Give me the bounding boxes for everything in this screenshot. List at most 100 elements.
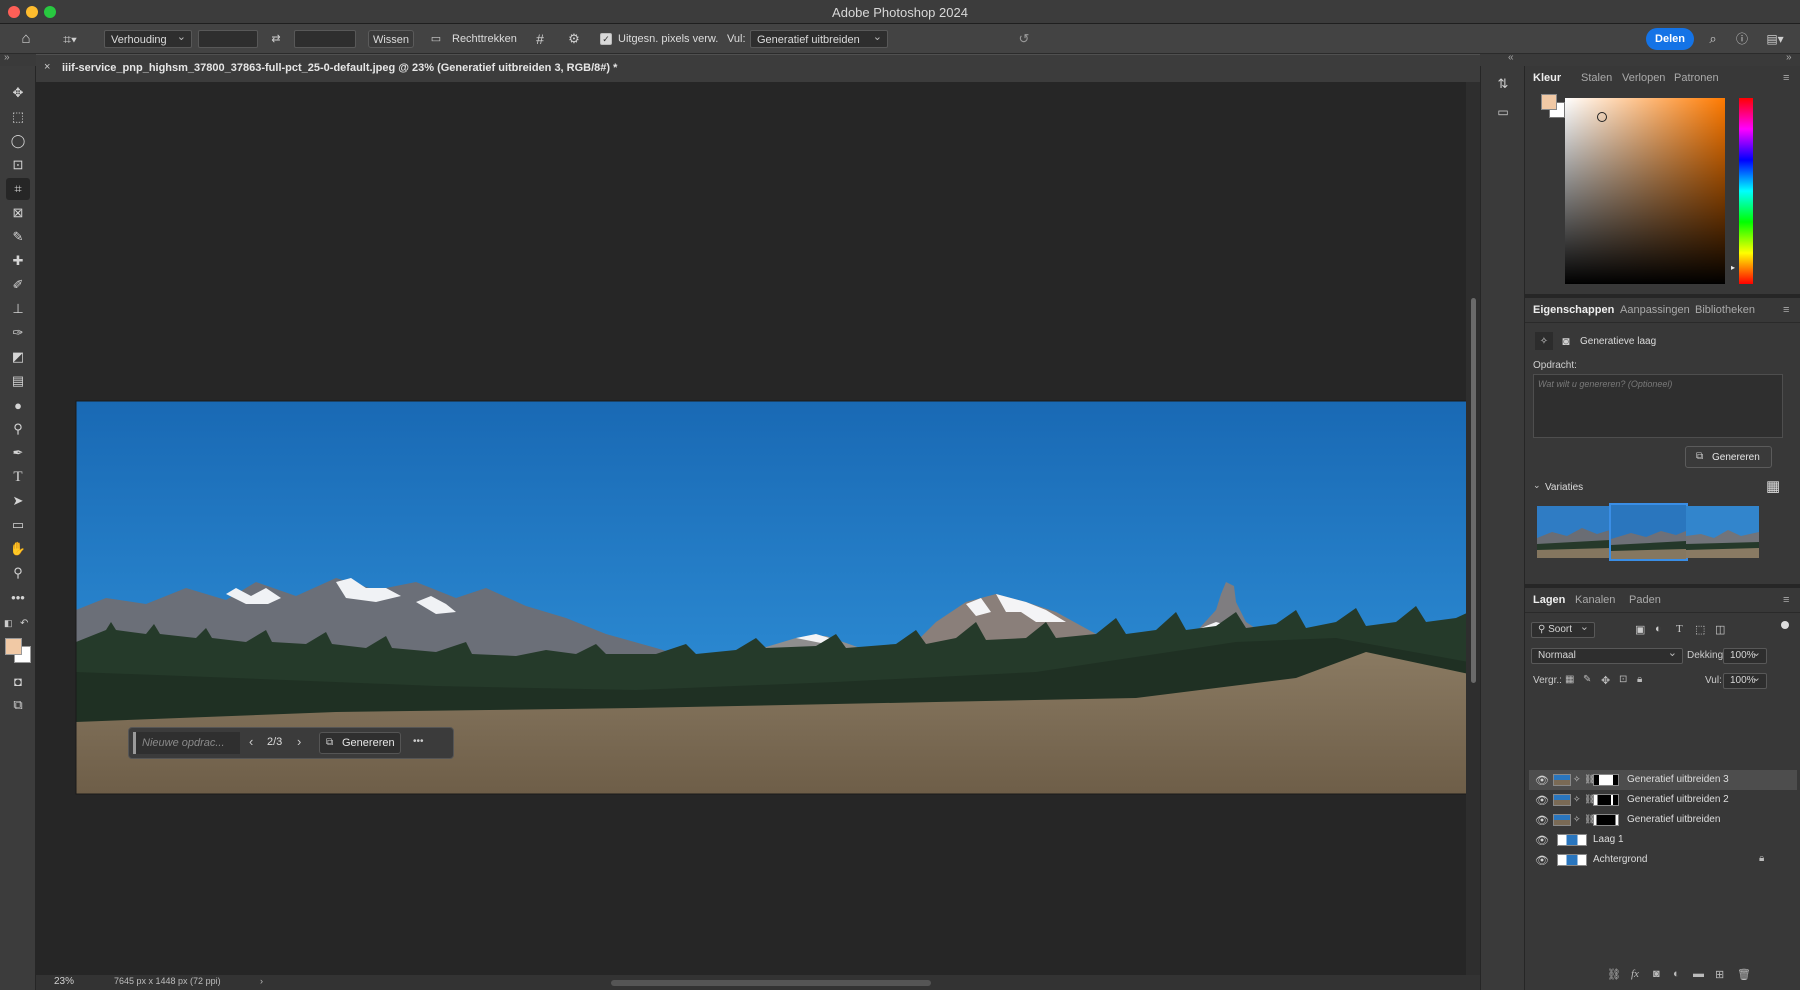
move-tool-icon[interactable]: ✥ xyxy=(6,82,30,104)
frame-tool-icon[interactable]: ⊠ xyxy=(6,202,30,224)
pen-tool-icon[interactable]: ✒ xyxy=(6,442,30,464)
visibility-eye-icon[interactable]: 👁︎ xyxy=(1535,774,1549,787)
prompt-input[interactable]: Nieuwe opdrac... xyxy=(133,732,240,754)
tab-layers[interactable]: Lagen xyxy=(1533,594,1565,606)
visibility-eye-icon[interactable]: 👁︎ xyxy=(1535,854,1549,867)
eyedropper-tool-icon[interactable]: ✎ xyxy=(6,226,30,248)
hue-slider[interactable] xyxy=(1739,98,1753,284)
healing-brush-tool-icon[interactable]: ✚ xyxy=(6,250,30,272)
lock-transparent-icon[interactable]: ▦ xyxy=(1565,674,1574,685)
filter-toggle[interactable] xyxy=(1781,621,1789,629)
adjustment-layer-icon[interactable]: ◐ xyxy=(1673,968,1680,980)
delete-layer-icon[interactable]: 🗑︎ xyxy=(1737,968,1751,981)
link-layers-icon[interactable]: ⛓︎ xyxy=(1607,968,1621,981)
layer-name[interactable]: Generatief uitbreiden 3 xyxy=(1627,774,1729,785)
object-selection-tool-icon[interactable]: ⊡ xyxy=(6,154,30,176)
color-picker-cursor[interactable] xyxy=(1597,112,1607,122)
variation-thumbnail-1[interactable] xyxy=(1537,506,1610,558)
more-tools-icon[interactable]: ••• xyxy=(6,586,30,608)
tab-gradients[interactable]: Verlopen xyxy=(1622,72,1665,84)
variations-collapse-icon[interactable]: ⌄ xyxy=(1533,480,1541,491)
eraser-tool-icon[interactable]: ◩ xyxy=(6,346,30,368)
marquee-tool-icon[interactable]: ⬚ xyxy=(6,106,30,128)
search-icon[interactable]: ⌕ xyxy=(1704,30,1722,48)
generate-button[interactable]: ⧉ Genereren xyxy=(319,732,401,754)
ratio-dropdown[interactable]: Verhouding xyxy=(104,28,192,48)
close-document-icon[interactable]: × xyxy=(44,61,50,73)
quick-mask-icon[interactable]: ◘ xyxy=(6,670,30,692)
canvas-area[interactable]: Nieuwe opdrac... ‹ 2/3 › ⧉ Genereren ••• xyxy=(36,82,1466,975)
zoom-tool-icon[interactable]: ⚲ xyxy=(6,562,30,584)
tab-properties[interactable]: Eigenschappen xyxy=(1533,304,1614,316)
tab-adjustments[interactable]: Aanpassingen xyxy=(1620,304,1690,316)
swap-icon[interactable]: ⇄ xyxy=(266,30,286,48)
blur-tool-icon[interactable]: ● xyxy=(6,394,30,416)
filter-shape-icon[interactable]: ⬚ xyxy=(1695,623,1705,636)
layer-style-icon[interactable]: fx xyxy=(1631,968,1639,980)
new-group-icon[interactable]: ▬ xyxy=(1693,968,1704,980)
variation-thumbnail-2[interactable] xyxy=(1609,503,1688,561)
lock-all-icon[interactable]: 🔒︎ xyxy=(1637,674,1642,685)
filter-type-icon[interactable]: T xyxy=(1676,623,1683,635)
fill-dropdown[interactable]: Generatief uitbreiden xyxy=(750,28,888,48)
expand-toolbar-icon[interactable]: » xyxy=(4,52,10,63)
share-button[interactable]: Delen xyxy=(1646,28,1694,50)
document-tab[interactable]: × iiif-service_pnp_highsm_37800_37863-fu… xyxy=(36,54,1480,82)
hue-slider-marker[interactable]: ▸ xyxy=(1731,263,1735,272)
height-field[interactable] xyxy=(294,30,356,48)
filter-pixel-icon[interactable]: ▣ xyxy=(1635,623,1645,636)
collapse-panels-icon[interactable]: « xyxy=(1508,52,1514,63)
new-layer-icon[interactable]: ⊞ xyxy=(1715,968,1724,981)
layer-mask-thumbnail[interactable] xyxy=(1593,814,1619,826)
screen-mode-icon[interactable]: ⧉ xyxy=(6,694,30,716)
filter-smart-object-icon[interactable]: ◫ xyxy=(1715,623,1725,636)
gear-icon[interactable]: ⚙ xyxy=(564,30,584,48)
tab-paths[interactable]: Paden xyxy=(1629,594,1661,606)
type-tool-icon[interactable]: T xyxy=(6,466,30,488)
layer-name[interactable]: Achtergrond xyxy=(1593,854,1647,865)
layer-row-background[interactable]: 👁︎ Achtergrond 🔒︎ xyxy=(1529,850,1797,870)
layer-row-layer-1[interactable]: 👁︎ Laag 1 xyxy=(1529,830,1797,850)
fill-field[interactable]: 100% xyxy=(1723,671,1767,689)
clone-stamp-tool-icon[interactable]: ⊥ xyxy=(6,298,30,320)
foreground-color-swatch[interactable] xyxy=(5,638,22,655)
variation-thumbnail-3[interactable] xyxy=(1686,506,1759,558)
properties-generate-button[interactable]: ⧉ Genereren xyxy=(1685,446,1772,468)
crop-tool-preset-icon[interactable]: ⌗▾ xyxy=(56,30,84,48)
status-menu-icon[interactable]: › xyxy=(260,976,263,986)
home-icon[interactable]: ⌂ xyxy=(16,30,36,48)
history-panel-icon[interactable]: ⇅ xyxy=(1493,74,1513,94)
layer-mask-thumbnail[interactable] xyxy=(1593,774,1619,786)
color-field[interactable] xyxy=(1565,98,1725,284)
help-icon[interactable]: ⓘ xyxy=(1732,30,1752,48)
opacity-field[interactable]: 100% xyxy=(1723,646,1767,664)
lock-artboard-icon[interactable]: ⊡ xyxy=(1619,674,1627,685)
crop-tool-icon[interactable]: ⌗ xyxy=(6,178,30,200)
visibility-eye-icon[interactable]: 👁︎ xyxy=(1535,834,1549,847)
workspace-icon[interactable]: ▤▾ xyxy=(1760,30,1790,48)
straighten-icon[interactable]: ▭ xyxy=(428,30,444,48)
gradient-tool-icon[interactable]: ▤ xyxy=(6,370,30,392)
width-field[interactable] xyxy=(198,30,258,48)
previous-variation-icon[interactable]: ‹ xyxy=(249,734,253,749)
tab-channels[interactable]: Kanalen xyxy=(1575,594,1615,606)
visibility-eye-icon[interactable]: 👁︎ xyxy=(1535,814,1549,827)
expand-panels-icon[interactable]: » xyxy=(1786,52,1792,63)
rectangle-tool-icon[interactable]: ▭ xyxy=(6,514,30,536)
zoom-level[interactable]: 23% xyxy=(54,976,74,987)
reset-icon[interactable]: ↺ xyxy=(1014,30,1034,48)
straighten-button[interactable]: Rechttrekken xyxy=(452,30,517,48)
blend-mode-dropdown[interactable]: Normaal xyxy=(1531,646,1683,664)
brush-tool-icon[interactable]: ✐ xyxy=(6,274,30,296)
panel-menu-icon[interactable]: ≡ xyxy=(1783,72,1789,84)
next-variation-icon[interactable]: › xyxy=(297,734,301,749)
tab-patterns[interactable]: Patronen xyxy=(1674,72,1719,84)
vertical-scrollbar[interactable] xyxy=(1466,82,1480,975)
lasso-tool-icon[interactable]: ◯ xyxy=(6,130,30,152)
layer-row-generative-expand-2[interactable]: 👁︎ ✧ ⛓︎ Generatief uitbreiden 2 xyxy=(1529,790,1797,810)
visibility-eye-icon[interactable]: 👁︎ xyxy=(1535,794,1549,807)
default-colors-icon[interactable]: ◧ xyxy=(4,618,13,629)
panel-menu-icon[interactable]: ≡ xyxy=(1783,304,1789,316)
history-brush-tool-icon[interactable]: ✑ xyxy=(6,322,30,344)
clear-button[interactable]: Wissen xyxy=(368,30,414,48)
